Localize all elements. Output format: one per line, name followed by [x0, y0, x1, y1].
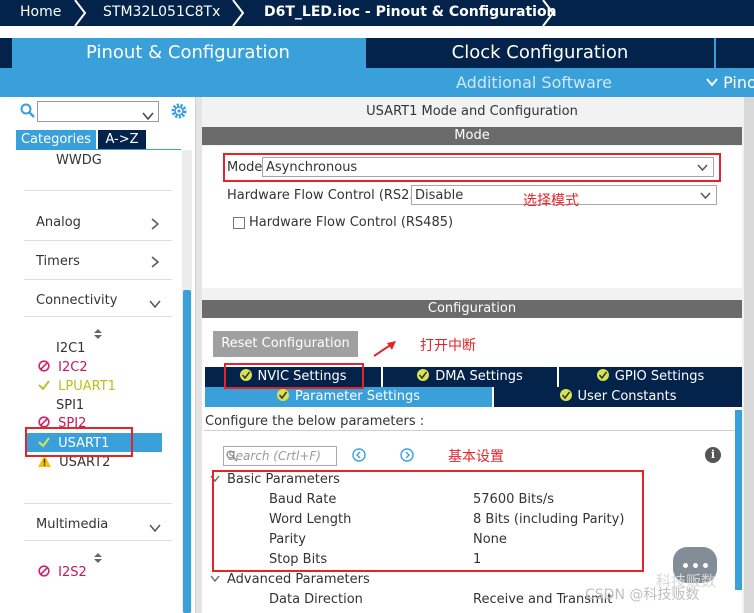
sort-icon[interactable] — [94, 324, 102, 339]
mode-header: Mode — [202, 127, 742, 145]
sidebar-item-label: I2S2 — [58, 565, 87, 580]
hwflow485-checkbox[interactable] — [233, 217, 245, 229]
sidebar-category-analog[interactable]: Analog — [36, 215, 81, 230]
breadcrumb-chevron-icon — [230, 0, 246, 26]
annotation-select-mode: 选择模式 — [523, 193, 579, 209]
breadcrumb-chevron-icon — [72, 0, 88, 26]
check-icon — [559, 389, 572, 401]
annotation-open-interrupt: 打开中断 — [420, 338, 476, 354]
left-panel — [0, 97, 196, 613]
tab-a-z[interactable]: A->Z — [98, 130, 146, 149]
divider — [24, 240, 172, 241]
info-icon[interactable]: i — [705, 447, 721, 463]
chevron-down-icon — [706, 78, 718, 87]
search-icon — [226, 450, 238, 462]
tab-label: GPIO Settings — [614, 369, 705, 384]
check-icon — [276, 389, 289, 401]
configuration-header: Configuration — [202, 300, 742, 318]
watermark-csdn: CSDN @科技贩数 — [585, 587, 700, 603]
tab-label: DMA Settings — [435, 369, 523, 384]
divider — [204, 430, 739, 431]
tab-user-constants[interactable]: User Constants — [494, 387, 742, 407]
annotation-box-mode — [223, 153, 721, 182]
advanced-parameters-label[interactable]: Advanced Parameters — [227, 572, 370, 587]
additional-software-link[interactable]: Additional Software — [456, 73, 612, 92]
sidebar-item-usart2[interactable]: USART2 — [38, 455, 110, 470]
sidebar-item-label: LPUART1 — [58, 379, 116, 394]
sidebar-item-i2c1[interactable]: I2C1 — [56, 341, 85, 356]
check-icon — [417, 369, 430, 381]
tab-overflow[interactable] — [716, 38, 754, 68]
annotation-box-basic-parameters — [212, 470, 644, 572]
sidebar-item-wwdg[interactable]: WWDG — [56, 153, 102, 168]
tab-categories[interactable]: Categories — [16, 130, 96, 149]
breadcrumb-mcu[interactable]: STM32L051C8Tx — [103, 0, 220, 26]
divider — [24, 190, 172, 191]
hwflow232-label: Hardware Flow Control (RS232) — [227, 188, 432, 203]
sort-icon[interactable] — [94, 548, 102, 563]
chevron-down-icon[interactable] — [149, 518, 161, 533]
search-icon[interactable] — [20, 103, 36, 119]
hwflow232-value: Disable — [415, 188, 464, 203]
chevron-right-icon[interactable] — [150, 215, 160, 230]
gear-icon[interactable] — [170, 102, 188, 120]
check-icon — [38, 380, 50, 391]
breadcrumb-home[interactable]: Home — [20, 0, 61, 26]
reset-configuration-button[interactable]: Reset Configuration — [213, 331, 358, 357]
mode-config-title: USART1 Mode and Configuration — [366, 104, 578, 119]
sidebar-item-i2c2[interactable]: I2C2 — [38, 360, 88, 375]
sidebar-item-lpuart1[interactable]: LPUART1 — [38, 379, 116, 394]
param-name: Data Direction — [269, 592, 363, 607]
sidebar-category-connectivity[interactable]: Connectivity — [36, 293, 117, 308]
right-scrollbar[interactable] — [744, 97, 754, 613]
tab-label: Parameter Settings — [294, 389, 421, 404]
left-search-input[interactable] — [37, 101, 159, 122]
sidebar-item-spi1[interactable]: SPI1 — [56, 398, 84, 413]
parameter-search-placeholder: Search (Crtl+F) — [228, 449, 321, 463]
tab-clock-configuration[interactable]: Clock Configuration — [366, 38, 714, 68]
previous-icon[interactable] — [352, 448, 366, 462]
chevron-down-icon[interactable] — [149, 294, 161, 309]
sidebar-category-timers[interactable]: Timers — [36, 254, 80, 269]
disabled-icon — [38, 565, 50, 577]
sidebar-item-i2s2[interactable]: I2S2 — [38, 565, 87, 580]
next-icon[interactable] — [400, 448, 414, 462]
configure-hint: Configure the below parameters : — [205, 414, 425, 429]
tab-gpio-settings[interactable]: GPIO Settings — [559, 367, 742, 387]
sidebar-item-label: USART2 — [59, 455, 111, 470]
pinout-menu-label: Pinout — [723, 73, 754, 92]
stm32cubemx-window: Home STM32L051C8Tx D6T_LED.ioc - Pinout … — [0, 0, 754, 613]
check-icon — [596, 369, 609, 381]
disabled-icon — [38, 360, 50, 372]
divider — [24, 316, 172, 317]
breadcrumb-project[interactable]: D6T_LED.ioc - Pinout & Configuration — [264, 0, 557, 26]
annotation-basic-settings: 基本设置 — [448, 449, 504, 465]
pinout-menu[interactable]: Pinout — [706, 73, 754, 92]
sidebar-category-multimedia[interactable]: Multimedia — [36, 517, 108, 532]
chevron-down-icon — [700, 192, 711, 200]
breadcrumb-chevron-icon — [540, 0, 556, 26]
divider — [24, 540, 172, 541]
tab-label: User Constants — [577, 389, 677, 404]
parameter-search-input[interactable]: Search (Crtl+F) — [223, 446, 337, 466]
tab-pinout-configuration[interactable]: Pinout & Configuration — [12, 38, 364, 68]
chevron-down-icon[interactable] — [142, 106, 154, 121]
hwflow485-label: Hardware Flow Control (RS485) — [249, 215, 454, 230]
annotation-arrow-icon — [373, 341, 396, 357]
tab-bar-left-edge — [0, 38, 12, 68]
config-scrollbar[interactable] — [735, 410, 742, 590]
chevron-down-icon[interactable] — [210, 575, 220, 583]
tab-parameter-settings[interactable]: Parameter Settings — [205, 387, 492, 407]
divider — [24, 503, 172, 504]
left-scrollbar-thumb[interactable] — [183, 290, 191, 613]
annotation-box-nvic — [224, 363, 364, 389]
annotation-box-usart1 — [25, 427, 133, 457]
divider — [24, 279, 172, 280]
chevron-right-icon[interactable] — [150, 253, 160, 268]
tab-dma-settings[interactable]: DMA Settings — [383, 367, 557, 387]
left-tab-underline — [16, 149, 181, 150]
sidebar-item-label: I2C2 — [58, 360, 88, 375]
